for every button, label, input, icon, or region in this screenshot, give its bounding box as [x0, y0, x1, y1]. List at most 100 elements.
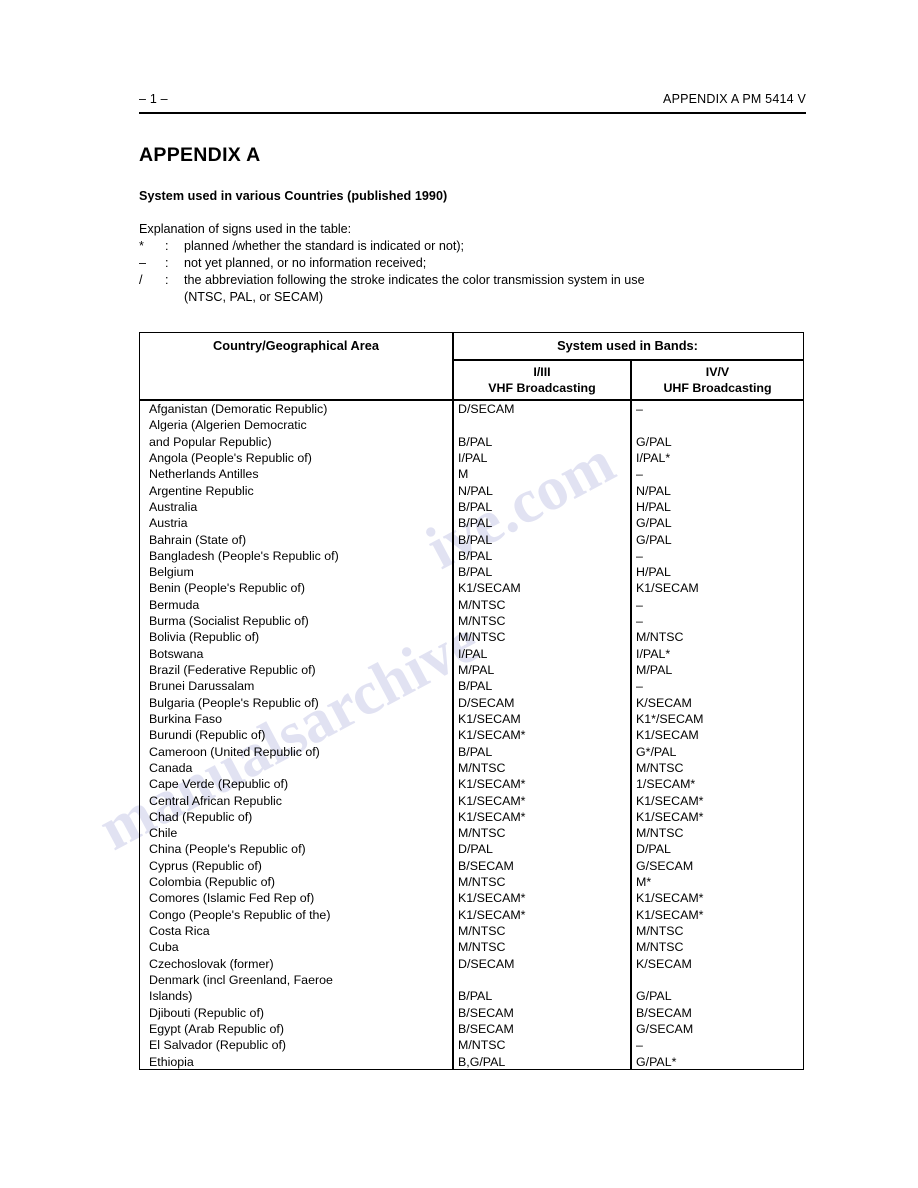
cell-vhf-system: K1/SECAM [458, 581, 521, 596]
cell-vhf-system: B/PAL [458, 499, 493, 514]
cell-uhf-system: G/PAL [636, 989, 672, 1004]
cell-vhf-system: D/SECAM [458, 695, 515, 710]
cell-country: Cameroon (United Republic of) [149, 744, 320, 759]
cell-country: Colombia (Republic of) [149, 875, 276, 890]
table-row: Costa Rica M/NTSC M/NTSC [140, 923, 803, 939]
cell-vhf-system: B/PAL [458, 744, 493, 759]
table-row: Belgium B/PAL H/PAL [140, 564, 803, 580]
cell-vhf-system: B/SECAM [458, 1021, 514, 1036]
cell-vhf-system: B/PAL [458, 679, 493, 694]
table-row: Australia B/PAL H/PAL [140, 499, 803, 515]
cell-uhf-system: G/SECAM [636, 1021, 694, 1036]
cell-uhf-system: I/PAL* [636, 450, 671, 465]
cell-uhf-system: M/NTSC [636, 826, 684, 841]
page-subtitle: System used in various Countries (publis… [139, 189, 448, 203]
cell-uhf-system: D/PAL [636, 842, 671, 857]
table-row: Central African Republic K1/SECAM* K1/SECA… [140, 793, 803, 809]
column-header-vhf: I/III VHF Broadcasting [454, 365, 630, 396]
table-row: Burma (Socialist Republic of) M/NTSC – [140, 613, 803, 629]
table-row: Netherlands Antilles M – [140, 466, 803, 482]
cell-uhf-system: – [636, 614, 643, 629]
cell-country: Congo (People's Republic of the) [149, 907, 331, 922]
cell-country: Central African Republic [149, 793, 282, 808]
column-header-uhf-band: IV/V [705, 365, 730, 379]
cell-country: Denmark (incl Greenland, Faeroe [149, 972, 333, 987]
cell-vhf-system: K1/SECAM [458, 711, 521, 726]
cell-country: Comores (Islamic Fed Rep of) [149, 891, 315, 906]
legend-colon: : [165, 273, 169, 287]
cell-uhf-system: K1/SECAM [636, 581, 699, 596]
document-reference: APPENDIX A PM 5414 V [663, 92, 806, 106]
cell-country: Cape Verde (Republic of) [149, 777, 289, 792]
page-folio: – 1 – [139, 92, 168, 106]
legend-block: Explanation of signs used in the table: … [139, 221, 819, 306]
cell-uhf-system: G/PAL [636, 434, 672, 449]
cell-country: Burma (Socialist Republic of) [149, 614, 309, 629]
cell-vhf-system: M/NTSC [458, 924, 506, 938]
table-row: Cameroon (United Republic of) B/PAL G*/PAL [140, 744, 803, 760]
table-row: Bermuda M/NTSC – [140, 597, 803, 613]
cell-vhf-system: K1/SECAM* [458, 728, 526, 743]
cell-uhf-system: G/PAL* [636, 1054, 677, 1069]
cell-vhf-system: M/NTSC [458, 875, 506, 890]
legend-symbol: – [139, 256, 147, 270]
cell-country: Austria [149, 516, 188, 531]
cell-uhf-system: M* [636, 875, 652, 890]
cell-uhf-system: M/NTSC [636, 760, 684, 775]
cell-country: Ethiopia [149, 1054, 194, 1069]
legend-item-dash: – : not yet planned, or no information r… [139, 255, 819, 272]
table-row: Angola (People's Republic of) I/PAL I/PAL* [140, 450, 803, 466]
cell-country: Costa Rica [149, 924, 210, 938]
cell-country: Chad (Republic of) [149, 809, 253, 824]
cell-vhf-system: M/NTSC [458, 940, 506, 955]
table-row: Ethiopia B,G/PAL G/PAL* [140, 1054, 803, 1070]
cell-vhf-system: D/SECAM [458, 402, 515, 416]
cell-vhf-system: B/PAL [458, 434, 493, 449]
cell-country: Bangladesh (People's Republic of) [149, 548, 339, 563]
table-row: Brunei Darussalam B/PAL – [140, 678, 803, 694]
cell-vhf-system: M/NTSC [458, 760, 506, 775]
cell-uhf-system: G/PAL [636, 532, 672, 547]
cell-vhf-system: B/PAL [458, 532, 493, 547]
cell-country: Cyprus (Republic of) [149, 858, 262, 873]
cell-country: El Salvador (Republic of) [149, 1038, 287, 1053]
column-header-country: Country/Geographical Area [213, 338, 379, 353]
table-row: Djibouti (Republic of) B/SECAM B/SECAM [140, 1005, 803, 1021]
cell-country: Bulgaria (People's Republic of) [149, 695, 319, 710]
cell-uhf-system: K1/SECAM [636, 728, 699, 743]
table-row: Austria B/PAL G/PAL [140, 515, 803, 531]
cell-country: Belgium [149, 565, 194, 580]
cell-vhf-system: K1/SECAM* [458, 907, 526, 922]
cell-country: China (People's Republic of) [149, 842, 306, 857]
cell-uhf-system: 1/SECAM* [636, 777, 696, 792]
table-row: Cuba M/NTSC M/NTSC [140, 939, 803, 955]
cell-uhf-system: M/PAL [636, 663, 673, 677]
cell-country: Brazil (Federative Republic of) [149, 663, 316, 677]
table-row: Bahrain (State of) B/PAL G/PAL [140, 532, 803, 548]
cell-country: Chile [149, 826, 178, 841]
running-header: – 1 – APPENDIX A PM 5414 V [139, 92, 806, 114]
table-row: Argentine Republic N/PAL N/PAL [140, 483, 803, 499]
table-header-divider [452, 359, 803, 361]
cell-country: Burkina Faso [149, 711, 223, 726]
cell-vhf-system: B/SECAM [458, 1005, 514, 1020]
cell-uhf-system: I/PAL* [636, 646, 671, 661]
column-header-bands: System used in Bands: [557, 338, 698, 353]
cell-country: Bolivia (Republic of) [149, 630, 260, 645]
cell-country: Islands) [149, 989, 193, 1004]
cell-uhf-system: G*/PAL [636, 744, 677, 759]
cell-country: Botswana [149, 646, 204, 661]
cell-vhf-system: I/PAL [458, 450, 488, 465]
cell-vhf-system: K1/SECAM* [458, 793, 526, 808]
table-header: Country/Geographical Area System used in… [140, 333, 803, 401]
document-page: manualsarchive ive.com – 1 – APPENDIX A … [0, 0, 918, 1188]
cell-uhf-system: K/SECAM [636, 956, 692, 971]
table-row: Bulgaria (People's Republic of) D/SECAM K/… [140, 695, 803, 711]
table-row: Chile M/NTSC M/NTSC [140, 825, 803, 841]
cell-country: Canada [149, 760, 193, 775]
column-header-uhf-label: UHF Broadcasting [663, 380, 772, 395]
table-row: Canada M/NTSC M/NTSC [140, 760, 803, 776]
cell-uhf-system: – [636, 679, 643, 694]
table-row: Burundi (Republic of) K1/SECAM* K1/SECAM [140, 727, 803, 743]
cell-country: Egypt (Arab Republic of) [149, 1021, 284, 1036]
